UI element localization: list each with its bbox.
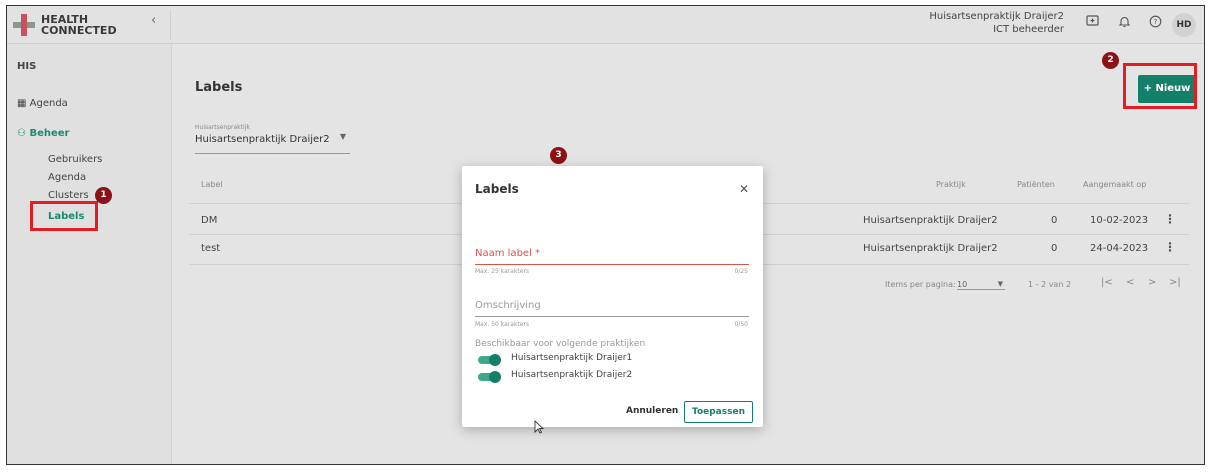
sidebar-item-agenda[interactable]: ▦ Agenda <box>17 98 68 109</box>
available-practices-label: Beschikbaar voor volgende praktijken <box>475 339 646 349</box>
table-cell-praktijk: Huisartsenpraktijk Draijer2 <box>863 243 998 254</box>
next-page-icon[interactable]: > <box>1148 277 1156 288</box>
table-cell-patienten: 0 <box>1051 243 1058 254</box>
logo-cross-icon <box>13 14 35 36</box>
app-window: HEALTH CONNECTED ‹ Huisartsenpraktijk Dr… <box>6 5 1205 465</box>
row-menu-icon[interactable]: ⋮ <box>1164 240 1176 254</box>
name-label-field[interactable]: Naam label * <box>475 248 540 259</box>
column-header-praktijk[interactable]: Praktijk <box>936 180 966 189</box>
prev-page-icon[interactable]: < <box>1126 277 1134 288</box>
table-cell-label: test <box>201 243 221 254</box>
feedback-icon[interactable] <box>1083 15 1101 33</box>
column-header-aangemaakt[interactable]: Aangemaakt op <box>1083 180 1146 189</box>
sidebar-item-clusters[interactable]: Clusters <box>48 190 89 201</box>
page-title: Labels <box>195 80 243 95</box>
top-bar: HEALTH CONNECTED ‹ Huisartsenpraktijk Dr… <box>7 6 1204 44</box>
close-icon[interactable]: ✕ <box>739 182 749 196</box>
first-page-icon[interactable]: |< <box>1101 277 1113 288</box>
chevron-left-icon[interactable]: ‹ <box>151 13 156 28</box>
caret-down-icon: ▼ <box>997 280 1003 288</box>
practice-toggle-label: Huisartsenpraktijk Draijer1 <box>511 353 633 363</box>
logo[interactable]: HEALTH CONNECTED <box>13 10 171 40</box>
name-field-count: 0/25 <box>734 268 748 275</box>
table-cell-aangemaakt: 24-04-2023 <box>1090 243 1149 254</box>
sidebar: HIS ▦ Agenda ⚇ Beheer Gebruikers Agenda … <box>7 44 172 464</box>
cancel-button[interactable]: Annuleren <box>626 406 678 416</box>
practice-toggle-draijer2[interactable] <box>478 371 501 383</box>
highlight-box-new <box>1123 63 1197 109</box>
calendar-icon: ▦ <box>17 98 27 109</box>
practice-toggle-label: Huisartsenpraktijk Draijer2 <box>511 370 633 380</box>
sidebar-item-beheer[interactable]: ⚇ Beheer <box>17 128 69 139</box>
table-cell-label: DM <box>201 215 218 226</box>
highlight-box-labels <box>30 201 98 231</box>
items-per-page-select[interactable]: 10 ▼ <box>957 280 1005 290</box>
sidebar-item-agenda-sub[interactable]: Agenda <box>48 172 86 183</box>
labels-dialog: Labels ✕ Naam label * Max. 25 karakters … <box>462 166 763 427</box>
name-field-underline <box>475 264 749 265</box>
annotation-badge-1: 1 <box>95 187 112 204</box>
avatar[interactable]: HD <box>1172 13 1196 37</box>
items-per-page-label: Items per pagina: <box>885 280 956 289</box>
practice-field-label: Huisartsenpraktijk <box>195 124 250 131</box>
user-info: Huisartsenpraktijk Draijer2 ICT beheerde… <box>929 10 1064 36</box>
pagination-range: 1 - 2 van 2 <box>1028 280 1072 289</box>
sidebar-section-his: HIS <box>17 61 37 72</box>
caret-down-icon: ▼ <box>339 132 346 141</box>
user-role: ICT beheerder <box>993 24 1064 35</box>
sidebar-item-gebruikers[interactable]: Gebruikers <box>48 154 102 165</box>
description-field-hint: Max. 50 karakters <box>475 321 530 328</box>
practice-toggle-draijer1[interactable] <box>478 354 501 366</box>
mouse-cursor-icon <box>534 419 545 438</box>
annotation-badge-2: 2 <box>1102 52 1119 69</box>
practice-select[interactable]: Huisartsenpraktijk Draijer2 ▼ <box>195 132 350 154</box>
description-field[interactable]: Omschrijving <box>475 300 541 311</box>
table-cell-aangemaakt: 10-02-2023 <box>1090 215 1149 226</box>
row-menu-icon[interactable]: ⋮ <box>1164 212 1176 226</box>
annotation-badge-3: 3 <box>550 147 567 164</box>
user-practice: Huisartsenpraktijk Draijer2 <box>929 11 1064 22</box>
help-icon[interactable]: ? <box>1146 15 1164 33</box>
users-icon: ⚇ <box>17 128 26 139</box>
name-field-hint: Max. 25 karakters <box>475 268 530 275</box>
table-cell-praktijk: Huisartsenpraktijk Draijer2 <box>863 215 998 226</box>
description-field-count: 0/50 <box>734 321 748 328</box>
apply-button[interactable]: Toepassen <box>684 401 753 423</box>
table-cell-patienten: 0 <box>1051 215 1058 226</box>
last-page-icon[interactable]: >| <box>1169 277 1181 288</box>
svg-text:?: ? <box>1153 18 1157 26</box>
description-field-underline <box>475 316 749 317</box>
dialog-title: Labels <box>475 182 519 196</box>
column-header-label[interactable]: Label <box>201 180 223 189</box>
column-header-patienten[interactable]: Patiënten <box>1017 180 1055 189</box>
bell-icon[interactable] <box>1115 15 1133 33</box>
logo-text: HEALTH CONNECTED <box>41 13 117 37</box>
